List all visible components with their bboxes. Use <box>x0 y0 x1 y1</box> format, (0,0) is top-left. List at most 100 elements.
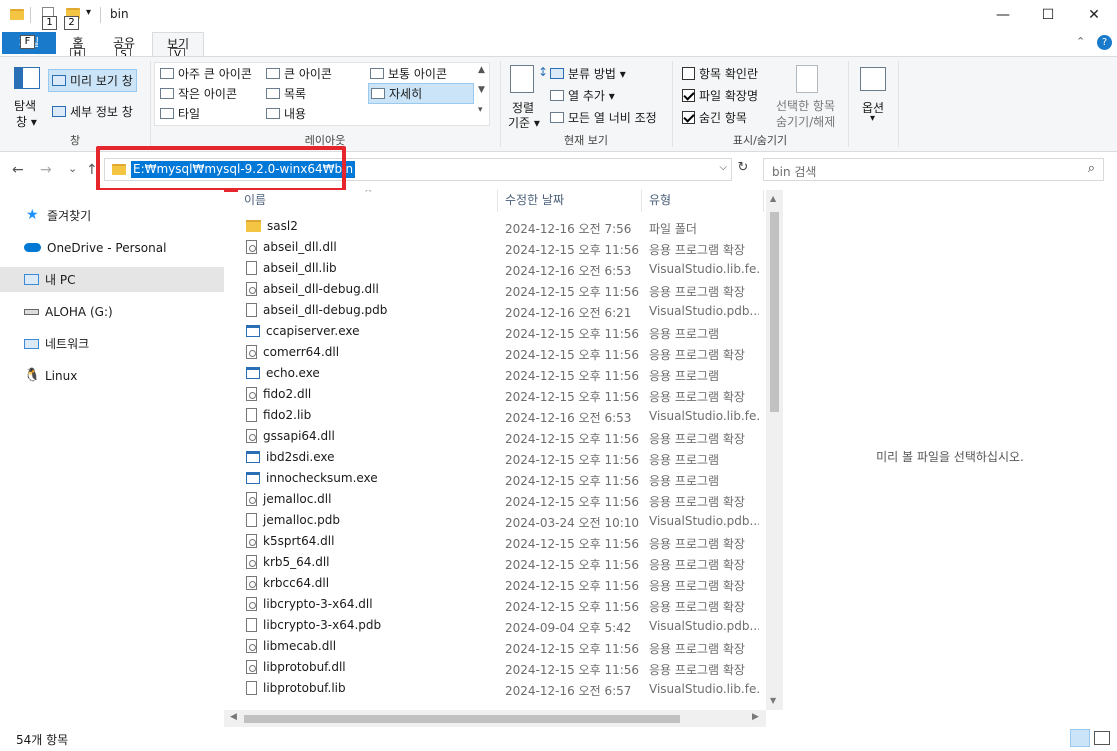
preview-pane-button[interactable]: 미리 보기 창 <box>48 69 137 92</box>
small-icons-option[interactable]: 작은 아이콘 <box>160 85 237 102</box>
table-row[interactable]: jemalloc.pdb 2024-03-24 오전 10:10 VisualStu… <box>238 511 764 532</box>
sort-by-label-2[interactable]: 기준 ▾ <box>508 114 540 131</box>
horizontal-scroll-thumb[interactable] <box>244 715 680 723</box>
table-row[interactable]: libmecab.dll 2024-12-15 오후 11:56 응용 프로그램 확… <box>238 637 764 658</box>
large-icons-label: 큰 아이콘 <box>284 67 332 81</box>
scroll-down-icon[interactable]: ▼ <box>770 696 776 705</box>
table-row[interactable]: libprotobuf.lib 2024-12-16 오전 6:57 VisualS… <box>238 679 764 700</box>
file-extensions-toggle[interactable]: 파일 확장명 <box>682 87 758 104</box>
table-row[interactable]: krbcc64.dll 2024-12-15 오후 11:56 응용 프로그램 확장 <box>238 574 764 595</box>
table-row[interactable]: comerr64.dll 2024-12-15 오후 11:56 응용 프로그램 확… <box>238 343 764 364</box>
navigation-pane-label[interactable]: 탐색 <box>14 97 36 114</box>
details-pane-button[interactable]: 세부 정보 창 <box>52 103 133 120</box>
close-button[interactable]: ✕ <box>1071 0 1117 32</box>
navigation-pane-label-2[interactable]: 창 ▾ <box>16 113 37 130</box>
table-row[interactable]: libcrypto-3-x64.pdb 2024-09-04 오후 5:42 Vis… <box>238 616 764 637</box>
table-row[interactable]: gssapi64.dll 2024-12-15 오후 11:56 응용 프로그램 확… <box>238 427 764 448</box>
column-header-date[interactable]: 수정한 날짜 <box>499 190 642 212</box>
horizontal-scrollbar[interactable]: ◀ ▶ <box>224 710 766 727</box>
small-grid-icon <box>160 88 174 99</box>
file-date: 2024-12-15 오후 11:56 <box>505 327 640 341</box>
collapse-ribbon-icon[interactable]: ⌃ <box>1076 35 1085 48</box>
search-input[interactable]: bin 검색 <box>772 163 816 180</box>
options-icon[interactable] <box>860 67 886 91</box>
large-icons-view-icon[interactable] <box>1094 731 1110 745</box>
scroll-right-icon[interactable]: ▶ <box>752 712 759 722</box>
table-row[interactable]: abseil_dll-debug.dll 2024-12-15 오후 11:56 응… <box>238 280 764 301</box>
nav-item-this-pc[interactable]: 내 PC <box>0 267 224 292</box>
table-row[interactable]: ibd2sdi.exe 2024-12-15 오후 11:56 응용 프로그램 <box>238 448 764 469</box>
vertical-scroll-thumb[interactable] <box>770 212 779 412</box>
file-extensions-checkbox[interactable] <box>682 89 695 102</box>
tiles-option[interactable]: 타일 <box>160 105 200 122</box>
grid-icon <box>370 68 384 79</box>
large-icons-option[interactable]: 큰 아이콘 <box>266 65 332 82</box>
table-row[interactable]: echo.exe 2024-12-15 오후 11:56 응용 프로그램 <box>238 364 764 385</box>
nav-item-label: 네트워크 <box>45 337 90 351</box>
table-row[interactable]: jemalloc.dll 2024-12-15 오후 11:56 응용 프로그램 확… <box>238 490 764 511</box>
hidden-items-checkbox[interactable] <box>682 111 695 124</box>
group-by-button[interactable]: 분류 방법 ▾ <box>550 65 626 82</box>
hidden-items-toggle[interactable]: 숨긴 항목 <box>682 109 747 126</box>
nav-item-onedrive[interactable]: OneDrive - Personal <box>0 235 224 260</box>
table-row[interactable]: abseil_dll.lib 2024-12-16 오전 6:53 VisualSt… <box>238 259 764 280</box>
dll-file-icon <box>246 492 257 506</box>
scroll-up-icon[interactable]: ▲ <box>770 194 776 203</box>
search-icon[interactable]: ⌕ <box>1088 161 1095 176</box>
table-row[interactable]: k5sprt64.dll 2024-12-15 오후 11:56 응용 프로그램 확… <box>238 532 764 553</box>
table-row[interactable]: libcrypto-3-x64.dll 2024-12-15 오후 11:56 응용… <box>238 595 764 616</box>
maximize-button[interactable]: ☐ <box>1025 0 1071 32</box>
nav-item-favorites[interactable]: ★ 즐겨찾기 <box>0 203 224 228</box>
gallery-more-icon[interactable]: ▾ <box>478 105 483 115</box>
list-option[interactable]: 목록 <box>266 85 306 102</box>
file-name: abseil_dll-debug.dll <box>263 282 379 296</box>
computer-icon <box>24 274 39 285</box>
file-name-cell: fido2.dll <box>246 387 311 401</box>
sort-by-icon[interactable] <box>510 65 534 93</box>
add-columns-button[interactable]: 열 추가 ▾ <box>550 87 615 104</box>
file-name: fido2.dll <box>263 387 312 401</box>
scroll-left-icon[interactable]: ◀ <box>230 712 237 722</box>
drive-icon <box>24 308 39 315</box>
item-checkboxes-checkbox[interactable] <box>682 67 695 80</box>
address-history-dropdown-icon[interactable]: ⌵ <box>719 162 727 173</box>
vertical-scrollbar[interactable]: ▲ ▼ <box>766 190 783 710</box>
navigation-pane: ★ 즐겨찾기 OneDrive - Personal 내 PC ALOHA (G… <box>0 190 224 710</box>
table-row[interactable]: sasl2 2024-12-16 오전 7:56 파일 폴더 <box>238 217 764 238</box>
details-option[interactable]: 자세히 <box>368 83 474 104</box>
nav-item-linux[interactable]: 🐧 Linux <box>0 363 224 388</box>
file-date: 2024-12-16 오전 6:53 <box>505 411 632 425</box>
column-header-type[interactable]: 유형 <box>643 190 764 212</box>
recent-locations-icon[interactable]: ⌄ <box>68 162 77 175</box>
gallery-scroll-down-icon[interactable]: ▼ <box>478 85 485 95</box>
item-checkboxes-toggle[interactable]: 항목 확인란 <box>682 65 758 82</box>
details-view-icon[interactable] <box>1070 729 1090 747</box>
medium-icons-option[interactable]: 보통 아이콘 <box>370 65 447 82</box>
table-row[interactable]: libprotobuf.dll 2024-12-15 오후 11:56 응용 프로그… <box>238 658 764 679</box>
table-row[interactable]: fido2.lib 2024-12-16 오전 6:53 VisualStudio.… <box>238 406 764 427</box>
navigation-pane-icon[interactable] <box>14 67 40 89</box>
search-box[interactable]: bin 검색 ⌕ <box>763 158 1104 181</box>
file-name: abseil_dll.lib <box>263 261 337 275</box>
help-icon[interactable]: ? <box>1097 35 1112 50</box>
extra-large-icons-option[interactable]: 아주 큰 아이콘 <box>160 65 252 82</box>
table-row[interactable]: abseil_dll-debug.pdb 2024-12-16 오전 6:21 Vi… <box>238 301 764 322</box>
file-name: fido2.lib <box>263 408 312 422</box>
table-row[interactable]: innochecksum.exe 2024-12-15 오후 11:56 응용 프로… <box>238 469 764 490</box>
customize-dropdown-icon[interactable]: ▾ <box>86 7 91 18</box>
nav-item-aloha-drive[interactable]: ALOHA (G:) <box>0 299 224 324</box>
file-type: 응용 프로그램 확장 <box>649 558 745 572</box>
size-all-columns-button[interactable]: 모든 열 너비 조정 <box>550 109 657 126</box>
table-row[interactable]: krb5_64.dll 2024-12-15 오후 11:56 응용 프로그램 확장 <box>238 553 764 574</box>
content-option[interactable]: 내용 <box>266 105 306 122</box>
options-dropdown-icon[interactable]: ▾ <box>870 113 875 124</box>
back-icon[interactable]: ← <box>12 162 24 178</box>
table-row[interactable]: ccapiserver.exe 2024-12-15 오후 11:56 응용 프로그… <box>238 322 764 343</box>
gallery-scroll-up-icon[interactable]: ▲ <box>478 65 485 75</box>
refresh-icon[interactable]: ↻ <box>734 160 752 180</box>
minimize-button[interactable]: — <box>980 0 1026 32</box>
forward-icon[interactable]: → <box>40 162 52 178</box>
table-row[interactable]: abseil_dll.dll 2024-12-15 오후 11:56 응용 프로그램… <box>238 238 764 259</box>
nav-item-network[interactable]: 네트워크 <box>0 331 224 356</box>
table-row[interactable]: fido2.dll 2024-12-15 오후 11:56 응용 프로그램 확장 <box>238 385 764 406</box>
